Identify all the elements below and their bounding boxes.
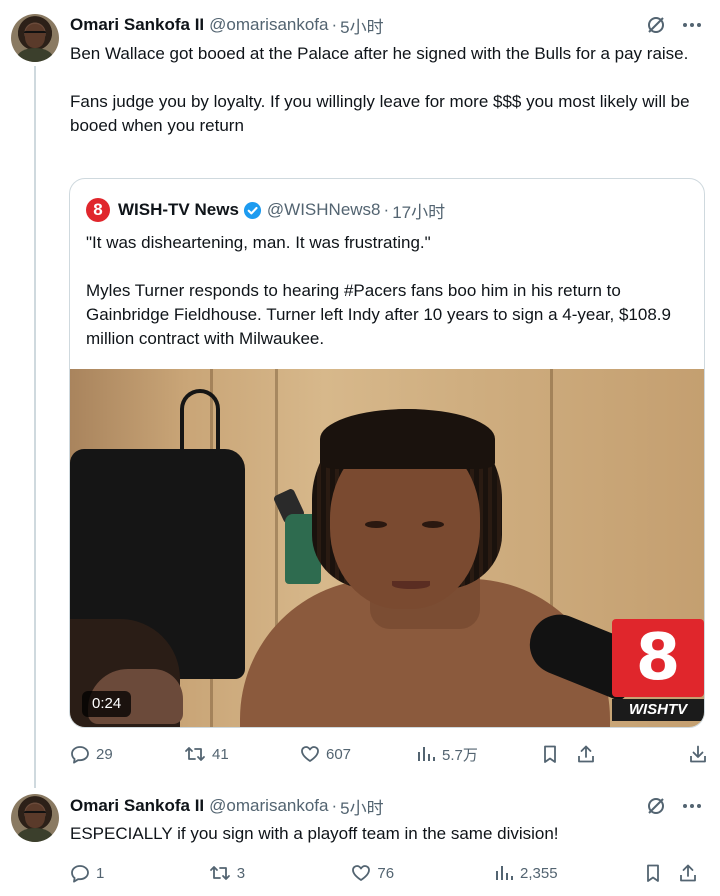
- player-eye: [422, 521, 444, 528]
- share-button[interactable]: [678, 863, 708, 883]
- views-count: 5.7万: [442, 746, 478, 764]
- player-hair-top: [320, 409, 495, 469]
- reply-icon: [70, 863, 90, 883]
- bookmark-button[interactable]: [643, 863, 679, 883]
- tweet-corner-actions: [646, 15, 702, 35]
- quote-paragraph: Myles Turner responds to hearing #Pacers…: [86, 281, 671, 348]
- share-icon: [576, 744, 596, 764]
- tweet-header: Omari Sankofa II @omarisankofa · 5小时: [70, 794, 384, 819]
- thread-connector-line: [34, 66, 36, 788]
- avatar-glasses: [24, 31, 46, 36]
- tweet-paragraph: Ben Wallace got booed at the Palace afte…: [70, 44, 689, 63]
- like-button[interactable]: 607: [300, 744, 416, 764]
- reply-button[interactable]: 1: [70, 863, 209, 883]
- repost-button[interactable]: 3: [209, 863, 352, 883]
- repost-icon: [209, 863, 231, 883]
- views-count: 2,355: [520, 864, 558, 882]
- quote-author-name[interactable]: WISH-TV News: [118, 200, 239, 220]
- like-icon: [351, 863, 371, 883]
- author-handle[interactable]: @omarisankofa: [209, 15, 328, 35]
- reply-button[interactable]: 29: [70, 744, 184, 764]
- more-icon[interactable]: [682, 796, 702, 816]
- separator-dot: ·: [331, 15, 338, 34]
- like-button[interactable]: 76: [351, 863, 494, 883]
- quote-author-handle[interactable]: @WISHNews8: [267, 200, 381, 220]
- like-count: 607: [326, 745, 352, 763]
- bookmark-icon: [643, 863, 663, 883]
- quote-paragraph: "It was disheartening, man. It was frust…: [86, 233, 431, 252]
- repost-count: 41: [212, 745, 229, 763]
- repost-button[interactable]: 41: [184, 744, 300, 764]
- player-mouth: [392, 581, 430, 589]
- views-button[interactable]: 2,355: [494, 863, 643, 883]
- station-label: WISHTV: [612, 699, 704, 721]
- video-duration-badge: 0:24: [82, 691, 132, 717]
- avatar-face: [25, 24, 45, 48]
- share-button[interactable]: [576, 744, 606, 764]
- bookmark-button[interactable]: [540, 744, 576, 764]
- video-player[interactable]: 8 WISHTV 0:24: [70, 369, 704, 727]
- separator-dot: ·: [331, 796, 338, 815]
- author-name[interactable]: Omari Sankofa II: [70, 796, 204, 816]
- tweet-time[interactable]: 5小时: [340, 794, 383, 819]
- avatar-face: [25, 804, 45, 828]
- tweet-text: Ben Wallace got booed at the Palace afte…: [70, 42, 710, 138]
- reply-count: 1: [96, 864, 105, 882]
- tweet-paragraph: Fans judge you by loyalty. If you willin…: [70, 92, 690, 135]
- views-icon: [416, 744, 436, 764]
- quoted-tweet[interactable]: 8 WISH-TV News @WISHNews8 · 17小时 "It was…: [69, 178, 705, 728]
- grok-icon[interactable]: [646, 15, 666, 35]
- quote-text: "It was disheartening, man. It was frust…: [86, 231, 690, 351]
- separator-dot: ·: [383, 200, 390, 219]
- avatar[interactable]: [11, 794, 59, 842]
- share-external-button[interactable]: [688, 744, 708, 764]
- station-number: 8: [612, 619, 704, 697]
- grok-icon[interactable]: [646, 796, 666, 816]
- tweet-action-bar: 29 41 607 5.7万: [70, 741, 708, 767]
- reply-count: 29: [96, 745, 113, 763]
- quote-avatar[interactable]: 8: [86, 198, 110, 222]
- like-icon: [300, 744, 320, 764]
- reply-icon: [70, 744, 90, 764]
- repost-icon: [184, 744, 206, 764]
- more-icon[interactable]: [682, 15, 702, 35]
- verified-badge-icon: [243, 201, 262, 220]
- bookmark-icon: [540, 744, 560, 764]
- avatar[interactable]: [11, 14, 59, 62]
- views-button[interactable]: 5.7万: [416, 744, 540, 765]
- share-icon: [678, 863, 698, 883]
- tweet-header: Omari Sankofa II @omarisankofa · 5小时: [70, 13, 384, 38]
- avatar-shirt: [17, 828, 53, 842]
- quote-time[interactable]: 17小时: [392, 198, 445, 223]
- tweet-text: ESPECIALLY if you sign with a playoff te…: [70, 822, 710, 846]
- like-count: 76: [377, 864, 395, 882]
- tweet-action-bar: 1 3 76 2,355: [70, 860, 708, 886]
- avatar-glasses: [24, 811, 46, 816]
- station-logo: 8 WISHTV: [612, 619, 704, 725]
- tweet-corner-actions: [646, 796, 702, 816]
- avatar-shirt: [17, 48, 53, 62]
- quote-header: 8 WISH-TV News @WISHNews8 · 17小时: [86, 197, 445, 223]
- author-handle[interactable]: @omarisankofa: [209, 796, 328, 816]
- repost-count: 3: [236, 864, 246, 882]
- views-icon: [494, 863, 514, 883]
- tweet-paragraph: ESPECIALLY if you sign with a playoff te…: [70, 824, 559, 843]
- author-name[interactable]: Omari Sankofa II: [70, 15, 204, 35]
- tweet-time[interactable]: 5小时: [340, 13, 383, 38]
- player-eye: [365, 521, 387, 528]
- download-icon: [688, 744, 708, 764]
